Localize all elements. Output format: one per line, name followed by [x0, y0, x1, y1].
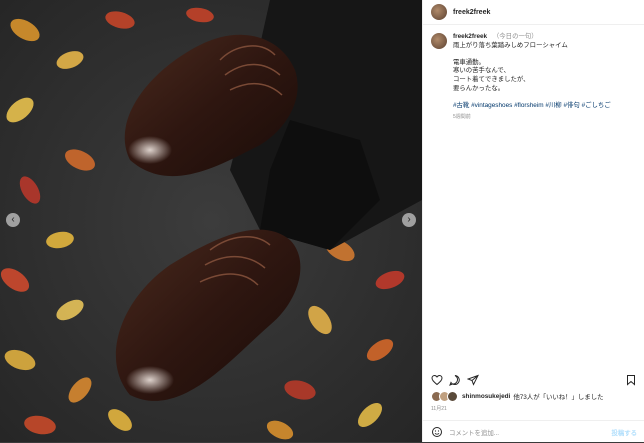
comment-input[interactable]: コメントを追加... [449, 428, 499, 437]
caption-username[interactable]: freek2freek [453, 33, 487, 40]
caption-date: （今日の一句） [492, 33, 538, 40]
caption-line: 要らんかったな。 [453, 84, 505, 92]
caption-text: freek2freek （今日の一句） 雨上がり落ち葉踏みしめフローシャイム 電… [453, 33, 637, 122]
caption-line: 雨上がり落ち葉踏みしめフローシャイム [453, 41, 568, 49]
hashtags[interactable]: #古靴 #vintageshoes #florsheim #川柳 #俳句 #ごし… [453, 102, 637, 111]
post-date: 11月21 [431, 406, 447, 412]
post-header: freek2freek [423, 0, 644, 25]
post-comment-button[interactable]: 投稿する [611, 428, 637, 437]
liked-by-user[interactable]: shinmosukejedi [462, 393, 510, 400]
shoes-photo-image [0, 0, 422, 442]
chevron-right-icon[interactable]: › [402, 213, 416, 227]
caption-line: コート着てできましたが、 [453, 75, 530, 83]
avatar [447, 391, 458, 402]
share-icon[interactable] [467, 374, 479, 386]
caption: freek2freek （今日の一句） 雨上がり落ち葉踏みしめフローシャイム 電… [423, 25, 644, 122]
posted-ago: 5週間前 [453, 114, 471, 121]
caption-line: 寒いの苦手なんで、 [453, 67, 510, 75]
post-photo[interactable]: ‹ › [0, 0, 422, 442]
avatar[interactable] [431, 33, 447, 49]
avatar[interactable] [431, 4, 447, 20]
caption-line [453, 50, 637, 59]
post-dialog: ‹ › freek2freek freek2freek （今日の一句） 雨上がり… [0, 0, 644, 442]
heart-icon[interactable] [431, 374, 443, 386]
likes-suffix[interactable]: 他73人が「いいね！」しました [513, 392, 603, 401]
bookmark-icon[interactable] [625, 374, 637, 386]
comment-bar: コメントを追加... 投稿する [423, 420, 644, 443]
action-bar [423, 372, 644, 388]
emoji-icon[interactable] [431, 426, 443, 438]
chevron-left-icon[interactable]: ‹ [6, 213, 20, 227]
post-username[interactable]: freek2freek [453, 9, 490, 16]
comment-icon[interactable] [449, 374, 461, 386]
likes-summary: shinmosukejedi 他73人が「いいね！」しました [431, 391, 604, 402]
post-side-panel: freek2freek freek2freek （今日の一句） 雨上がり落ち葉踏… [422, 0, 644, 442]
